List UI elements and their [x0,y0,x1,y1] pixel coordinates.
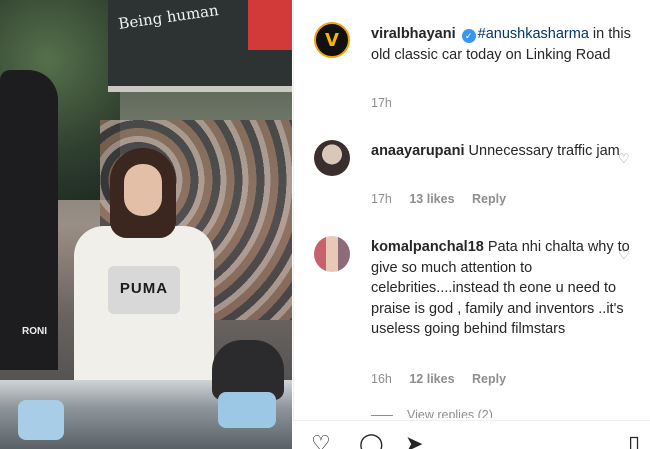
commenter-avatar[interactable] [314,236,350,272]
person-standing: PUMA [68,148,218,416]
heart-icon[interactable]: ♡ [311,433,331,449]
verified-badge-icon: ✓ [461,29,476,43]
commenter-username[interactable]: anaayarupani [371,143,465,159]
divider-line [371,415,393,417]
shirt-logo: PUMA [108,266,180,314]
storefront: Being human [108,0,292,92]
comment-meta: 16h 12 likes Reply [371,372,520,386]
comment-meta: 17h 13 likes Reply [371,192,520,206]
reply-button[interactable]: Reply [472,192,506,206]
mascot-figure: RONI [0,70,58,370]
comments-panel: V viralbhayani ✓ #anushkasharma in this o… [293,0,650,449]
like-comment-heart-icon[interactable]: ♡ [618,152,632,166]
caption-meta: 17h [371,96,406,110]
caption-text: viralbhayani ✓ #anushkasharma in this old… [371,24,640,65]
comment-time[interactable]: 16h [371,372,392,386]
comment-icon[interactable]: ◯ [359,433,384,449]
comment-text: anaayarupani Unnecessary traffic jam [371,141,640,162]
view-replies-label: View replies (2) [407,408,493,418]
hashtag-link[interactable]: #anushkasharma [478,26,589,42]
person-head-right [212,340,284,400]
post-action-bar: ♡ ◯ ➤ ▯ [293,420,650,449]
view-replies-button[interactable]: View replies (2) [371,408,493,418]
comment-likes[interactable]: 13 likes [409,192,454,206]
post-image[interactable]: Being human RONI PUMA [0,0,292,449]
like-comment-heart-icon[interactable]: ♡ [618,248,632,262]
author-avatar[interactable]: V [314,22,350,58]
save-icon[interactable]: ▯ [628,433,640,449]
brand-logo-icon: V [325,29,339,51]
caption-time[interactable]: 17h [371,96,392,110]
mascot-badge: RONI [22,326,47,337]
face [124,164,162,216]
comment-text: komalpanchal18 Pata nhi chalta why to gi… [371,237,640,340]
red-signboard [248,0,292,50]
comment-likes[interactable]: 12 likes [409,372,454,386]
commenter-username[interactable]: komalpanchal18 [371,239,484,255]
comment-body: Unnecessary traffic jam [464,143,620,159]
comment-time[interactable]: 17h [371,192,392,206]
commenter-avatar[interactable] [314,140,350,176]
author-username[interactable]: viralbhayani [371,26,456,42]
face-mask-right [218,392,276,428]
share-icon[interactable]: ➤ [405,433,423,449]
face-mask-left [18,400,64,440]
reply-button[interactable]: Reply [472,372,506,386]
store-sign: Being human [117,1,220,33]
